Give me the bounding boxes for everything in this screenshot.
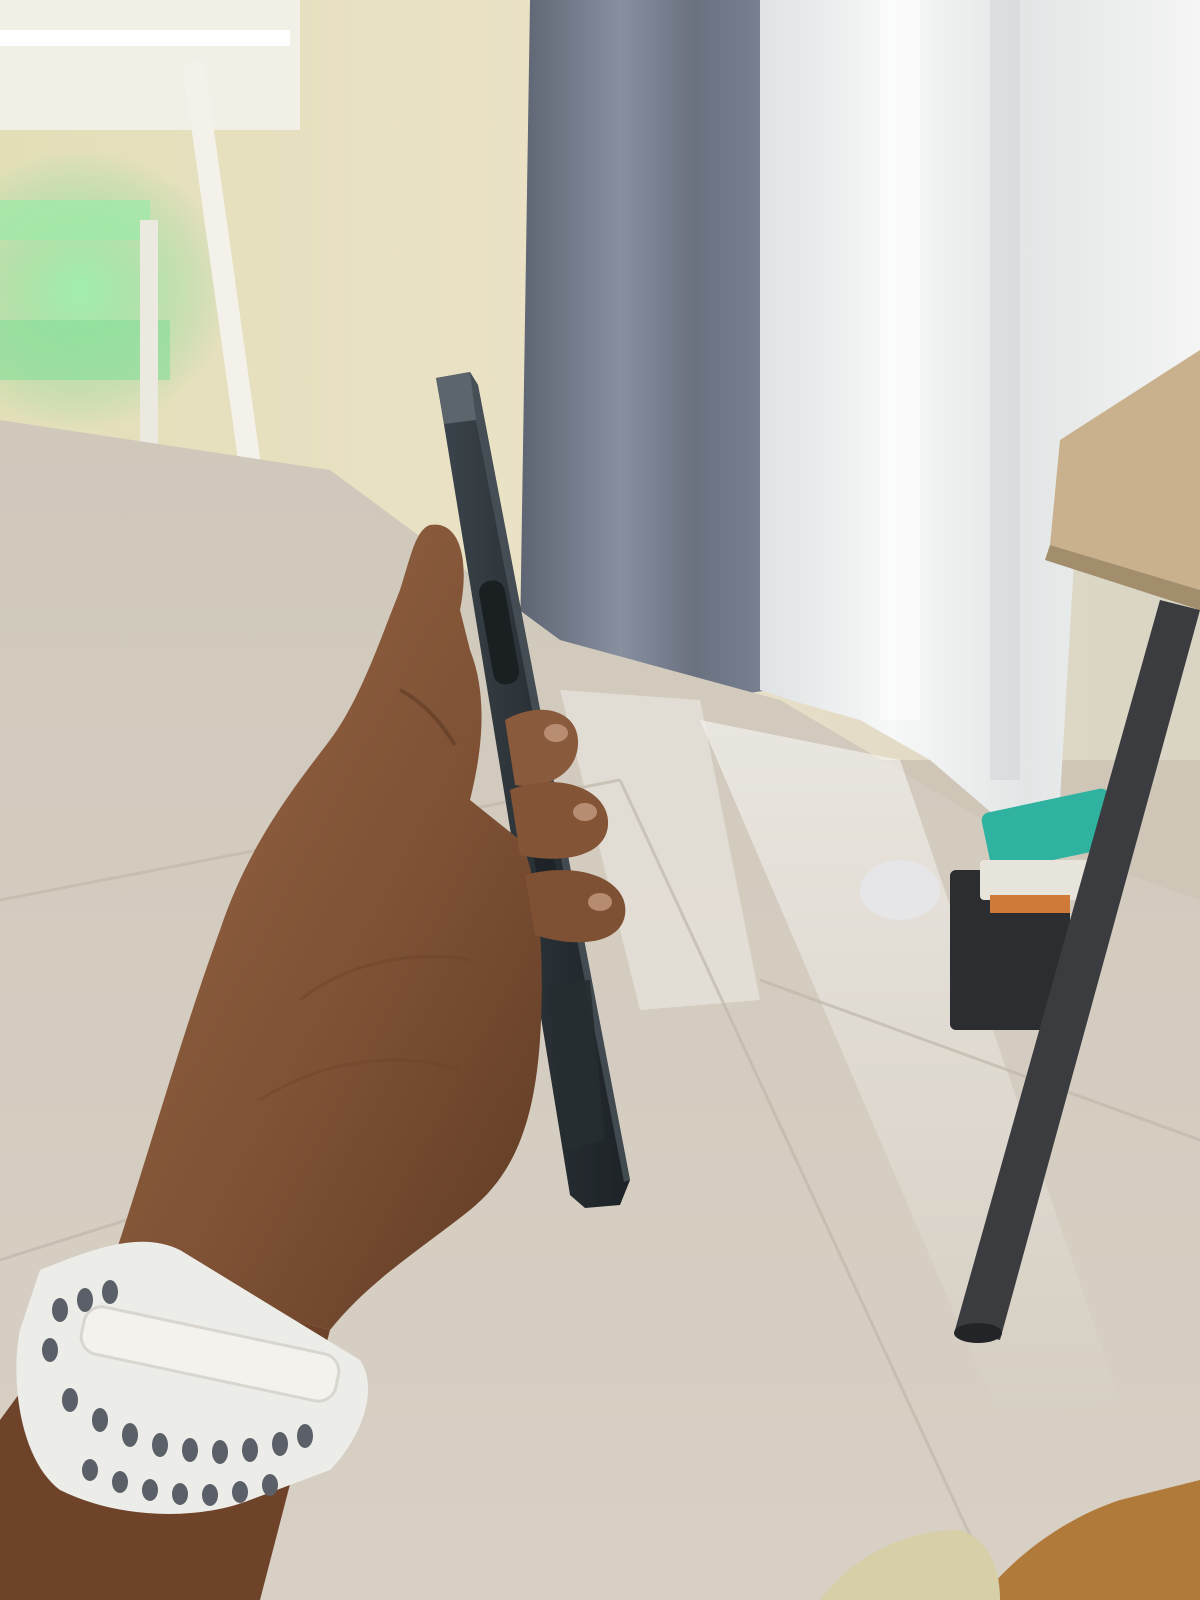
grey-curtain: [520, 0, 770, 700]
photo-scene: [0, 0, 1200, 1600]
